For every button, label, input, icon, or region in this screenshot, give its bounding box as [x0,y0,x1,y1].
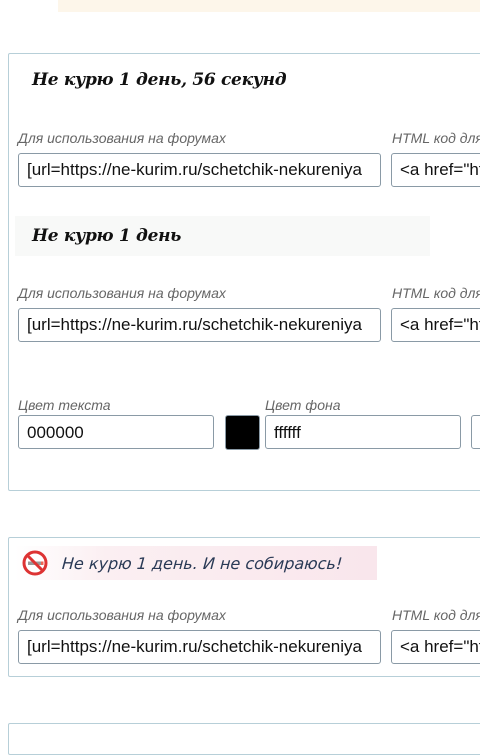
forum-code-label: Для использования на форумах [18,285,226,301]
forum-code-field[interactable]: [url=https://ne-kurim.ru/schetchik-nekur… [18,153,381,187]
html-code-label: HTML код для [392,607,480,623]
counter-image-3: Не курю 1 день. И не собираюсь! [15,546,377,580]
html-code-field[interactable]: <a href="https://ne-kurim.ru [391,630,480,664]
forum-code-label: Для использования на форумах [18,607,226,623]
text-color-label: Цвет текста [18,397,111,413]
html-code-field[interactable]: <a href="https://ne-kurim.ru [391,308,480,342]
counter-image-text: Не курю 1 день [32,226,182,246]
counter-panel-3 [8,723,480,755]
counter-image-1: Не курю 1 день, 56 секунд [15,60,432,100]
html-code-label: HTML код для [392,130,480,146]
counter-image-text: Не курю 1 день. И не собираюсь! [61,553,344,573]
counter-image-2: Не курю 1 день [15,216,430,256]
bg-color-input[interactable]: ffffff [265,415,461,449]
forum-code-label: Для использования на форумах [18,130,226,146]
bg-color-label: Цвет фона [265,397,341,413]
html-code-field[interactable]: <a href="https://ne-kurim.ru [391,153,480,187]
html-code-label: HTML код для [392,285,480,301]
no-smoking-icon [22,550,48,576]
text-color-input[interactable]: 000000 [18,415,214,449]
forum-code-field[interactable]: [url=https://ne-kurim.ru/schetchik-nekur… [18,308,381,342]
forum-code-field[interactable]: [url=https://ne-kurim.ru/schetchik-nekur… [18,630,381,664]
top-banner [58,0,480,12]
text-color-swatch[interactable] [225,415,260,450]
bg-color-swatch[interactable] [471,415,480,449]
counter-image-text: Не курю 1 день, 56 секунд [32,70,287,90]
